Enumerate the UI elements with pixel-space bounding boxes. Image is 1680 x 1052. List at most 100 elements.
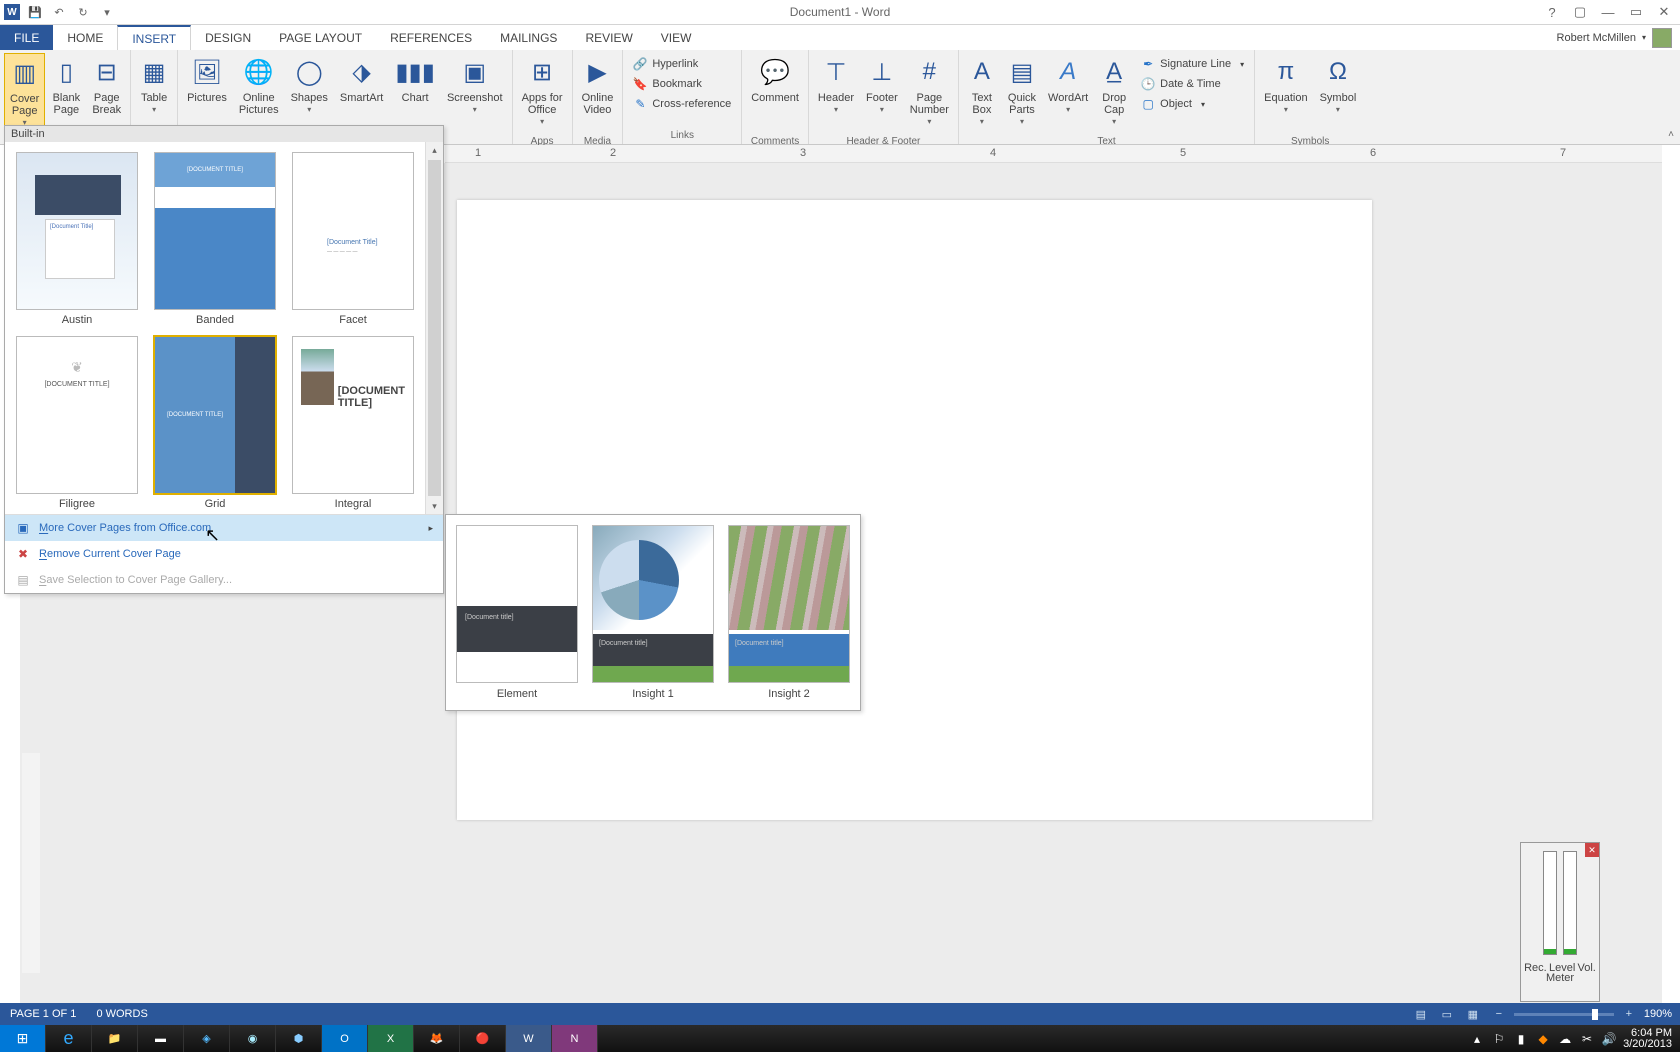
cover-page-insight-1[interactable]: [Document title] Insight 1 xyxy=(592,525,714,700)
tab-insert[interactable]: INSERT xyxy=(117,25,191,50)
taskbar-word-icon[interactable]: W xyxy=(506,1025,552,1052)
scroll-down-icon[interactable]: ▾ xyxy=(426,498,443,514)
help-icon[interactable]: ? xyxy=(1542,3,1562,21)
tray-onedrive-icon[interactable]: ☁ xyxy=(1557,1031,1573,1047)
header-button[interactable]: ⊤Header▾ xyxy=(813,53,859,131)
document-page[interactable] xyxy=(457,200,1372,820)
minimise-icon[interactable]: — xyxy=(1598,3,1618,21)
vertical-ruler[interactable] xyxy=(22,753,40,973)
online-video-button[interactable]: ▶OnlineVideo xyxy=(577,53,619,131)
view-print-layout-icon[interactable]: ▤ xyxy=(1410,1006,1432,1022)
cover-page-button[interactable]: ▥CoverPage▾ xyxy=(4,53,45,131)
online-pictures-button[interactable]: 🌐OnlinePictures xyxy=(234,53,284,131)
cover-page-austin[interactable]: [Document Title] Austin xyxy=(13,152,141,326)
view-read-mode-icon[interactable]: ▭ xyxy=(1436,1006,1458,1022)
taskbar-ie-icon[interactable]: e xyxy=(46,1025,92,1052)
taskbar-onenote-icon[interactable]: N xyxy=(552,1025,598,1052)
taskbar-chrome-icon[interactable]: 🔴 xyxy=(460,1025,506,1052)
maximise-icon[interactable]: ▭ xyxy=(1626,3,1646,21)
symbol-button[interactable]: ΩSymbol▾ xyxy=(1315,53,1362,131)
cover-page-integral[interactable]: [DOCUMENTTITLE] Integral xyxy=(289,336,417,510)
chart-button[interactable]: ▮▮▮Chart xyxy=(390,53,440,131)
more-cover-pages-item[interactable]: ▣ More Cover Pages from Office.com ▸ xyxy=(5,515,443,541)
equation-button[interactable]: πEquation▾ xyxy=(1259,53,1312,131)
tray-app-icon[interactable]: ◆ xyxy=(1535,1031,1551,1047)
close-icon[interactable]: ✕ xyxy=(1654,3,1674,21)
taskbar-app2-icon[interactable]: ◉ xyxy=(230,1025,276,1052)
save-icon[interactable]: 💾 xyxy=(26,3,44,21)
tray-clock[interactable]: 6:04 PM 3/20/2013 xyxy=(1623,1028,1672,1050)
tab-home[interactable]: HOME xyxy=(53,25,117,50)
object-button[interactable]: ▢Object▾ xyxy=(1139,95,1246,113)
tab-file[interactable]: FILE xyxy=(0,25,53,50)
status-page[interactable]: PAGE 1 OF 1 xyxy=(0,1008,86,1020)
tray-flag-icon[interactable]: ⚐ xyxy=(1491,1031,1507,1047)
tray-snip-icon[interactable]: ✂ xyxy=(1579,1031,1595,1047)
hyperlink-button[interactable]: 🔗Hyperlink xyxy=(631,55,733,73)
recording-meter[interactable]: ✕ Rec. Level Vol. Meter xyxy=(1520,842,1600,1002)
cover-page-grid[interactable]: [DOCUMENT TITLE] Grid xyxy=(151,336,279,510)
taskbar-app3-icon[interactable]: ⬢ xyxy=(276,1025,322,1052)
tray-volume-icon[interactable]: 🔊 xyxy=(1601,1031,1617,1047)
horizontal-ruler[interactable]: 1 2 3 4 5 6 7 xyxy=(445,145,1662,163)
drop-cap-button[interactable]: A̲DropCap▾ xyxy=(1095,53,1133,131)
cover-page-insight-2[interactable]: [Document title] Insight 2 xyxy=(728,525,850,700)
cover-page-filigree[interactable]: ❦[DOCUMENT TITLE] Filigree xyxy=(13,336,141,510)
tab-references[interactable]: REFERENCES xyxy=(376,25,486,50)
meter-close-icon[interactable]: ✕ xyxy=(1585,843,1599,857)
tab-review[interactable]: REVIEW xyxy=(571,25,646,50)
blank-page-button[interactable]: ▯BlankPage xyxy=(47,53,85,131)
taskbar-firefox-icon[interactable]: 🦊 xyxy=(414,1025,460,1052)
tray-network-icon[interactable]: ▮ xyxy=(1513,1031,1529,1047)
tab-mailings[interactable]: MAILINGS xyxy=(486,25,571,50)
qat-customise-icon[interactable]: ▾ xyxy=(98,3,116,21)
user-account[interactable]: Robert McMillen ▾ xyxy=(1557,25,1680,50)
collapse-ribbon-icon[interactable]: ˄ xyxy=(1668,129,1674,140)
zoom-out-button[interactable]: − xyxy=(1488,1006,1510,1022)
cover-gallery-scrollbar[interactable]: ▴ ▾ xyxy=(425,142,443,514)
scroll-up-icon[interactable]: ▴ xyxy=(426,142,443,158)
status-bar: PAGE 1 OF 1 0 WORDS ▤ ▭ ▦ − + 190% xyxy=(0,1003,1680,1025)
ribbon-options-icon[interactable]: ▢ xyxy=(1570,3,1590,21)
taskbar-excel-icon[interactable]: X xyxy=(368,1025,414,1052)
redo-icon[interactable]: ↻ xyxy=(74,3,92,21)
taskbar-outlook-icon[interactable]: O xyxy=(322,1025,368,1052)
zoom-slider[interactable] xyxy=(1514,1013,1614,1016)
start-button[interactable]: ⊞ xyxy=(0,1025,46,1052)
scroll-thumb[interactable] xyxy=(428,160,441,496)
tab-view[interactable]: VIEW xyxy=(647,25,706,50)
smartart-button[interactable]: ⬗SmartArt xyxy=(335,53,388,131)
view-web-layout-icon[interactable]: ▦ xyxy=(1462,1006,1484,1022)
zoom-level[interactable]: 190% xyxy=(1644,1008,1672,1020)
tab-design[interactable]: DESIGN xyxy=(191,25,265,50)
page-break-button[interactable]: ⊟PageBreak xyxy=(87,53,126,131)
date-time-button[interactable]: 🕒Date & Time xyxy=(1139,75,1246,93)
wordart-button[interactable]: AWordArt▾ xyxy=(1043,53,1093,131)
taskbar-cmd-icon[interactable]: ▬ xyxy=(138,1025,184,1052)
cover-page-facet[interactable]: [Document Title]— — — — — Facet xyxy=(289,152,417,326)
pictures-button[interactable]: 🖼Pictures xyxy=(182,53,232,131)
footer-icon: ⊥ xyxy=(871,55,892,89)
footer-button[interactable]: ⊥Footer▾ xyxy=(861,53,903,131)
taskbar-explorer-icon[interactable]: 📁 xyxy=(92,1025,138,1052)
shapes-button[interactable]: ◯Shapes▾ xyxy=(286,53,333,131)
quick-parts-button[interactable]: ▤QuickParts▾ xyxy=(1003,53,1041,131)
taskbar-app1-icon[interactable]: ◈ xyxy=(184,1025,230,1052)
page-number-button[interactable]: #PageNumber▾ xyxy=(905,53,954,131)
signature-line-button[interactable]: ✒Signature Line▾ xyxy=(1139,55,1246,73)
cover-page-element[interactable]: [Document title] Element xyxy=(456,525,578,700)
bookmark-button[interactable]: 🔖Bookmark xyxy=(631,75,733,93)
zoom-in-button[interactable]: + xyxy=(1618,1006,1640,1022)
table-button[interactable]: ▦Table▾ xyxy=(135,53,173,131)
status-words[interactable]: 0 WORDS xyxy=(86,1008,157,1020)
tab-page-layout[interactable]: PAGE LAYOUT xyxy=(265,25,376,50)
screenshot-button[interactable]: ▣Screenshot▾ xyxy=(442,53,508,131)
comment-button[interactable]: 💬Comment xyxy=(746,53,804,131)
remove-cover-page-item[interactable]: ✖ Remove Current Cover Page xyxy=(5,541,443,567)
undo-icon[interactable]: ↶ xyxy=(50,3,68,21)
cross-reference-button[interactable]: ✎Cross-reference xyxy=(631,95,733,113)
cover-page-banded[interactable]: [DOCUMENT TITLE] Banded xyxy=(151,152,279,326)
apps-for-office-button[interactable]: ⊞Apps forOffice▾ xyxy=(517,53,568,131)
text-box-button[interactable]: ATextBox▾ xyxy=(963,53,1001,131)
tray-expand-icon[interactable]: ▴ xyxy=(1469,1031,1485,1047)
